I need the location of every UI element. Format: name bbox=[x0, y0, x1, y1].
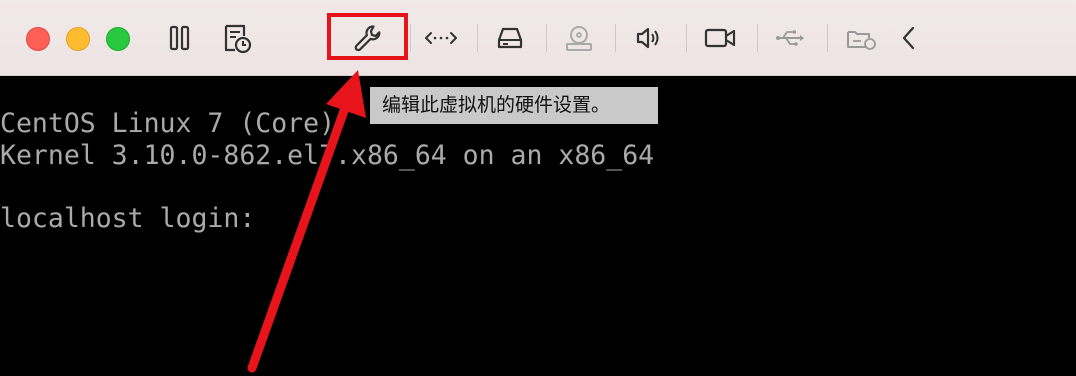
shared-folder-button[interactable] bbox=[841, 20, 881, 56]
toolbar-separator bbox=[410, 24, 411, 52]
toolbar-separator bbox=[615, 24, 616, 52]
speaker-icon bbox=[636, 27, 659, 49]
settings-tooltip: 编辑此虚拟机的硬件设置。 bbox=[370, 87, 658, 124]
close-window-button[interactable] bbox=[26, 27, 50, 51]
shared-folder-icon bbox=[847, 31, 876, 50]
console-login-prompt[interactable]: localhost login: bbox=[0, 203, 271, 235]
camera-button[interactable] bbox=[700, 20, 740, 56]
sound-button[interactable] bbox=[628, 20, 668, 56]
console-line: Kernel 3.10.0-862.el7.x86_64 on an x86_6… bbox=[0, 140, 655, 171]
toolbar-separator bbox=[757, 24, 758, 52]
pause-icon bbox=[169, 25, 190, 51]
toolbar-separator bbox=[477, 24, 478, 52]
hard-disk-icon bbox=[497, 27, 523, 49]
camera-icon bbox=[704, 28, 736, 48]
minimize-window-button[interactable] bbox=[66, 27, 90, 51]
toolbar-separator bbox=[546, 24, 547, 52]
window-toolbar bbox=[0, 0, 1076, 76]
fullscreen-window-button[interactable] bbox=[106, 27, 130, 51]
snapshot-clock-icon bbox=[224, 24, 252, 54]
network-button[interactable] bbox=[421, 20, 461, 56]
toolbar-separator bbox=[827, 24, 828, 52]
optical-drive-icon bbox=[566, 26, 592, 51]
chevron-left-icon bbox=[902, 26, 915, 50]
usb-button[interactable] bbox=[770, 20, 810, 56]
toolbar-separator bbox=[686, 24, 687, 52]
console-line: CentOS Linux 7 (Core) bbox=[0, 108, 336, 139]
network-arrows-icon bbox=[425, 32, 457, 44]
pause-button[interactable] bbox=[160, 20, 200, 56]
optical-drive-button[interactable] bbox=[559, 20, 599, 56]
collapse-toolbar-button[interactable] bbox=[893, 20, 923, 56]
snapshot-button[interactable] bbox=[216, 20, 256, 56]
hard-disk-button[interactable] bbox=[490, 20, 530, 56]
highlight-annotation-box bbox=[327, 13, 408, 60]
usb-icon bbox=[776, 30, 804, 46]
